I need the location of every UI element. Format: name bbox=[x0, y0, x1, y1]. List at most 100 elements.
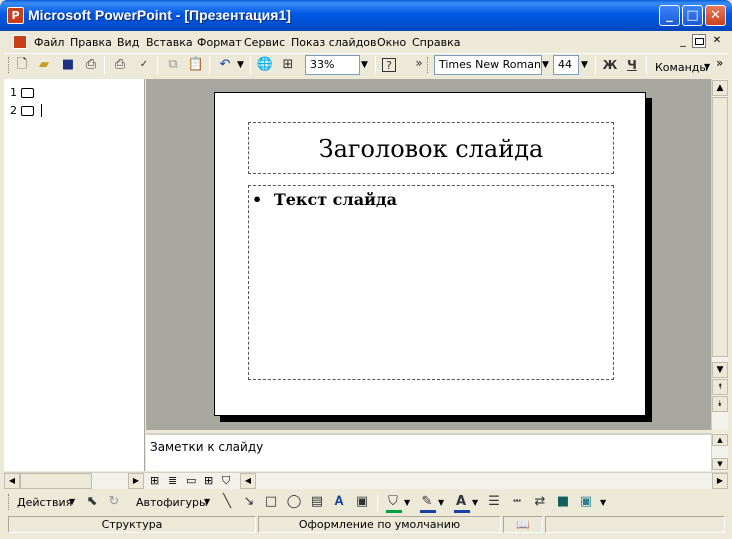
outline-scroll-left-button[interactable]: ◀ bbox=[4, 473, 20, 489]
document-icon[interactable] bbox=[13, 35, 27, 49]
slide-body-text: • Текст слайда bbox=[252, 190, 397, 209]
toolbar-separator bbox=[375, 56, 376, 74]
more-buttons-dropdown-icon[interactable]: ▼ bbox=[600, 498, 606, 507]
font-color-dropdown-icon[interactable]: ▼ bbox=[472, 498, 478, 507]
slide-scroll-left-button[interactable]: ◀ bbox=[240, 473, 256, 489]
insert-table-icon[interactable]: ⊞ bbox=[279, 56, 297, 74]
scroll-thumb[interactable] bbox=[712, 97, 728, 357]
menu-slideshow[interactable]: Показ слайдов bbox=[291, 36, 377, 50]
zoom-combo[interactable]: 33% bbox=[305, 55, 360, 75]
menu-tools[interactable]: Сервис bbox=[244, 36, 285, 50]
commands-dropdown-icon[interactable]: ▼ bbox=[704, 62, 710, 71]
help-icon[interactable]: ? bbox=[382, 58, 396, 72]
font-size-dropdown-icon[interactable]: ▼ bbox=[578, 55, 591, 75]
new-document-icon[interactable]: 🗋 bbox=[13, 56, 31, 74]
doc-minimize-button[interactable]: _ bbox=[676, 34, 690, 48]
more-buttons-icon[interactable]: » bbox=[716, 56, 723, 70]
slide-sorter-icon[interactable]: ⊞ bbox=[204, 474, 213, 487]
scroll-down-button[interactable]: ▼ bbox=[712, 362, 728, 378]
permission-icon[interactable]: ⎙ bbox=[82, 56, 100, 74]
previous-slide-button[interactable]: ⯭ bbox=[712, 379, 728, 395]
line-tool-icon[interactable]: ╲ bbox=[218, 493, 236, 511]
textbox-tool-icon[interactable]: ▤ bbox=[308, 493, 326, 511]
menu-view[interactable]: Вид bbox=[117, 36, 139, 50]
rectangle-tool-icon[interactable]: □ bbox=[262, 493, 280, 511]
notes-placeholder[interactable]: Заметки к слайду bbox=[150, 440, 263, 454]
slide-icon[interactable] bbox=[21, 88, 34, 98]
arrow-tool-icon[interactable]: ↘ bbox=[240, 493, 258, 511]
free-rotate-icon[interactable]: ↻ bbox=[105, 493, 123, 511]
minimize-button[interactable]: _ bbox=[659, 5, 680, 26]
slide-view-icon[interactable]: ▭ bbox=[186, 474, 196, 487]
line-color-dropdown-icon[interactable]: ▼ bbox=[438, 498, 444, 507]
menu-edit[interactable]: Правка bbox=[70, 36, 112, 50]
undo-icon[interactable]: ↶ bbox=[216, 56, 234, 74]
save-icon[interactable]: ■ bbox=[59, 56, 77, 74]
line-style-icon[interactable]: ☰ bbox=[485, 493, 503, 511]
actions-dropdown-icon[interactable]: ▼ bbox=[69, 497, 75, 506]
spelling-status-icon[interactable]: 📖 bbox=[503, 516, 543, 533]
toolbar-separator bbox=[250, 56, 251, 74]
slide-body-placeholder[interactable] bbox=[248, 185, 614, 380]
menu-window[interactable]: Окно bbox=[377, 36, 406, 50]
clipart-icon[interactable]: ▣ bbox=[353, 493, 371, 511]
toolbar-grip[interactable] bbox=[8, 494, 11, 510]
paste-icon[interactable]: 📋 bbox=[187, 56, 205, 74]
print-icon[interactable]: ⎙ bbox=[111, 56, 129, 74]
3d-style-icon[interactable]: ▣ bbox=[577, 493, 595, 511]
oval-tool-icon[interactable]: ◯ bbox=[285, 493, 303, 511]
notes-scroll-down-button[interactable]: ▼ bbox=[712, 458, 728, 470]
toolbar-grip[interactable] bbox=[8, 57, 11, 73]
line-color-icon[interactable]: ✎ bbox=[418, 493, 436, 511]
zoom-dropdown-icon[interactable]: ▼ bbox=[358, 55, 371, 75]
close-button[interactable]: ✕ bbox=[705, 5, 726, 26]
bold-button[interactable]: Ж bbox=[601, 56, 619, 74]
spelling-icon[interactable]: ✓ bbox=[135, 56, 153, 74]
slide-scroll-right-button[interactable]: ▶ bbox=[712, 473, 728, 489]
status-view-panel: Структура bbox=[8, 516, 256, 533]
slideshow-icon[interactable]: ⛉ bbox=[222, 474, 230, 488]
toolbar-separator bbox=[157, 56, 158, 74]
menu-format[interactable]: Формат bbox=[197, 36, 242, 50]
doc-close-button[interactable]: ✕ bbox=[710, 34, 724, 48]
more-buttons-icon[interactable]: » bbox=[410, 54, 428, 72]
scroll-up-button[interactable]: ▲ bbox=[712, 80, 728, 96]
notes-scroll-up-button[interactable]: ▲ bbox=[712, 434, 728, 446]
toolbar-grip[interactable] bbox=[427, 57, 430, 73]
fill-color-icon[interactable]: ⛉ bbox=[384, 493, 402, 511]
arrow-style-icon[interactable]: ⇄ bbox=[531, 493, 549, 511]
next-slide-button[interactable]: ⯯ bbox=[712, 396, 728, 412]
font-color-icon[interactable]: A bbox=[452, 493, 470, 511]
hyperlink-icon[interactable]: 🌐 bbox=[256, 56, 274, 74]
open-folder-icon[interactable]: ▰ bbox=[35, 56, 53, 74]
copy-icon[interactable]: ⧉ bbox=[164, 56, 182, 74]
slide-title-placeholder[interactable]: Заголовок слайда bbox=[248, 122, 614, 174]
menu-insert[interactable]: Вставка bbox=[146, 36, 193, 50]
slide-icon[interactable] bbox=[21, 106, 34, 116]
fill-color-dropdown-icon[interactable]: ▼ bbox=[404, 498, 410, 507]
outline-pane[interactable] bbox=[4, 79, 145, 471]
maximize-button[interactable]: □ bbox=[682, 5, 703, 26]
normal-view-icon[interactable]: ⊞ bbox=[150, 474, 159, 487]
underline-button[interactable]: Ч bbox=[623, 56, 641, 74]
doc-restore-button[interactable] bbox=[692, 34, 706, 48]
actions-menu-button[interactable]: Действия bbox=[17, 496, 72, 509]
undo-dropdown-icon[interactable]: ▼ bbox=[234, 55, 247, 75]
menu-file[interactable]: Файл bbox=[34, 36, 64, 50]
font-name-combo[interactable]: Times New Roman bbox=[434, 55, 542, 75]
select-pointer-icon[interactable]: ⬉ bbox=[83, 493, 101, 511]
font-name-dropdown-icon[interactable]: ▼ bbox=[539, 55, 552, 75]
text-cursor bbox=[41, 104, 42, 117]
outline-hscroll-thumb[interactable] bbox=[20, 473, 92, 489]
autoshapes-dropdown-icon[interactable]: ▼ bbox=[204, 497, 210, 506]
powerpoint-icon[interactable]: P bbox=[7, 7, 24, 24]
commands-button[interactable]: Команды bbox=[655, 61, 708, 74]
font-size-combo[interactable]: 44 bbox=[553, 55, 579, 75]
wordart-icon[interactable]: 𝐀 bbox=[330, 493, 348, 511]
menu-help[interactable]: Справка bbox=[412, 36, 460, 50]
outline-view-icon[interactable]: ≣ bbox=[168, 474, 177, 487]
outline-scroll-right-button[interactable]: ▶ bbox=[128, 473, 144, 489]
autoshapes-menu-button[interactable]: Автофигуры bbox=[136, 496, 208, 509]
shadow-style-icon[interactable]: ■ bbox=[554, 493, 572, 511]
dash-style-icon[interactable]: ┅ bbox=[508, 493, 526, 511]
